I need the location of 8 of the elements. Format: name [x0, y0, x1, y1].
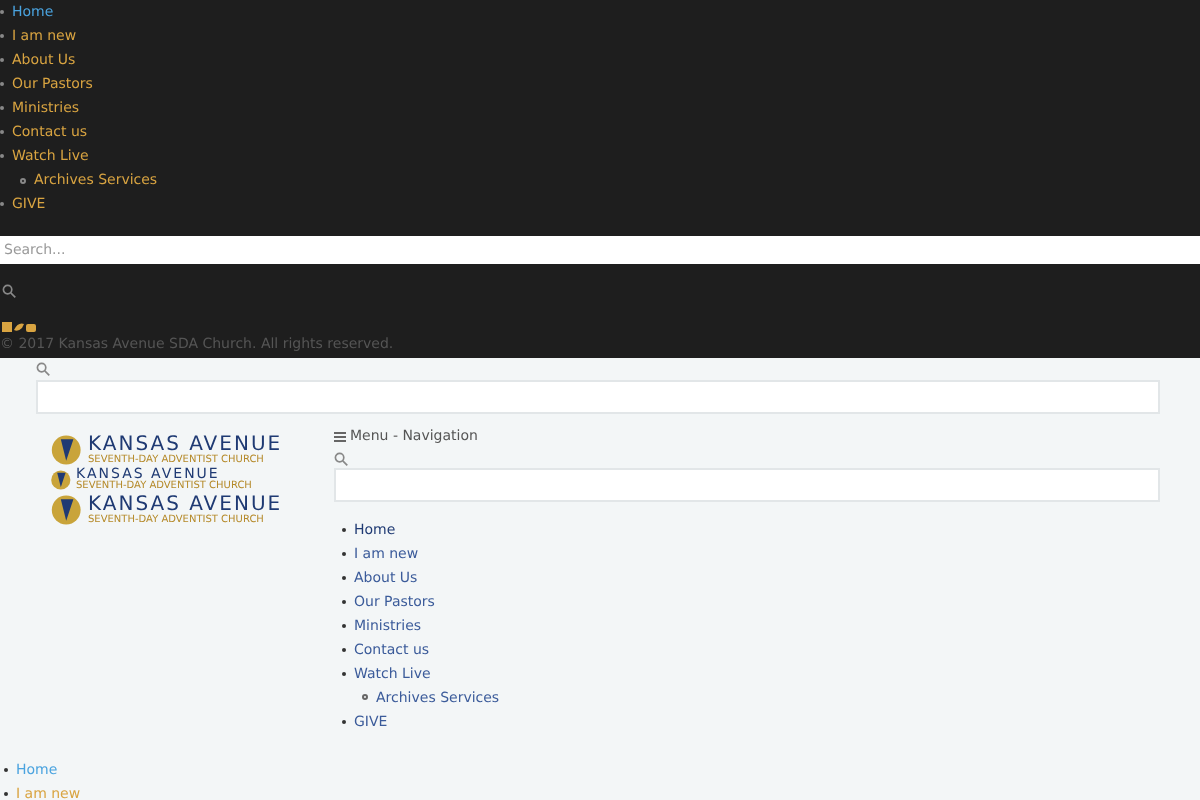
logo-name: KANSAS AVENUE: [88, 435, 283, 455]
logo-name: KANSAS AVENUE: [88, 495, 283, 515]
menu-icon[interactable]: [334, 431, 346, 442]
search-icon: [334, 451, 348, 465]
search-field[interactable]: [36, 380, 1160, 414]
search-icon: [2, 284, 16, 298]
search-field[interactable]: [334, 467, 1160, 501]
search-icon: [36, 362, 50, 376]
